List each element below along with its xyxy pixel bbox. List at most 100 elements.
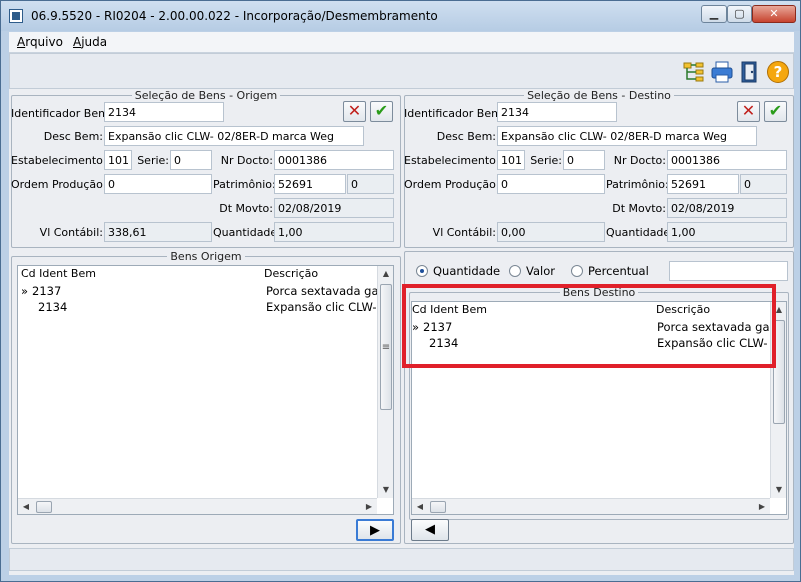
bens-origem-vscroll[interactable]: ▲ ≡ ▼	[377, 266, 393, 498]
origem-quantidade-label: Quantidade:	[213, 226, 281, 239]
origem-dtmovto-label: Dt Movto:	[219, 202, 273, 215]
destino-patrimonio-seq: 0	[740, 174, 787, 194]
row-desc: Expansão clic CLW-	[657, 336, 768, 350]
exit-door-icon[interactable]	[738, 60, 762, 84]
destino-identificador-input[interactable]: 2134	[497, 102, 617, 122]
destino-serie-label: Serie:	[530, 154, 562, 167]
move-to-origem-button[interactable]: ◀	[411, 519, 449, 541]
menu-arquivo-mnemonic: A	[17, 35, 26, 49]
menu-arquivo[interactable]: Arquivo	[17, 35, 63, 49]
destino-dtmovto-value: 02/08/2019	[667, 198, 787, 218]
origem-serie-input[interactable]: 0	[170, 150, 212, 170]
destino-estab-label: Estabelecimento:	[404, 154, 500, 167]
bens-destino-row[interactable]: » 2137 Porca sextavada ga	[412, 320, 770, 336]
radio-valor-dot[interactable]	[509, 265, 521, 277]
client-area: ? Seleção de Bens - Origem Identificador…	[9, 53, 794, 575]
menu-bar: Arquivo Ajuda	[9, 32, 794, 53]
origem-cancel-button[interactable]: ✕	[343, 101, 366, 122]
bens-origem-list[interactable]: Cd Ident Bem Descrição » 2137 Porca sext…	[17, 265, 394, 515]
menu-ajuda-mnemonic: A	[73, 35, 82, 49]
application-window: 06.9.5520 - RI0204 - 2.00.00.022 - Incor…	[0, 0, 801, 582]
printer-icon[interactable]	[710, 60, 734, 84]
scroll-up-arrow-icon[interactable]: ▲	[378, 266, 394, 282]
destino-nrdocto-label: Nr Docto:	[613, 154, 666, 167]
bens-destino-col-cd[interactable]: Cd Ident Bem	[412, 303, 487, 316]
bens-origem-hscroll[interactable]: ◀ ▶	[18, 498, 377, 514]
origem-desc-input[interactable]: Expansão clic CLW- 02/8ER-D marca Weg	[104, 126, 364, 146]
bens-origem-header: Cd Ident Bem Descrição	[18, 266, 376, 282]
destino-legend: Seleção de Bens - Destino	[527, 89, 671, 102]
destino-desc-input[interactable]: Expansão clic CLW- 02/8ER-D marca Weg	[497, 126, 757, 146]
radio-percentual-dot[interactable]	[571, 265, 583, 277]
origem-identificador-label: Identificador Bem:	[11, 107, 113, 120]
destino-ordem-input[interactable]: 0	[497, 174, 605, 194]
destino-estab-input[interactable]: 101	[497, 150, 525, 170]
maximize-button[interactable]: ▢	[727, 5, 752, 23]
scroll-down-arrow-icon[interactable]: ▼	[378, 482, 394, 498]
radio-quantidade-dot[interactable]	[416, 265, 428, 277]
bens-origem-row[interactable]: 2134 Expansão clic CLW-	[18, 300, 377, 316]
window-title: 06.9.5520 - RI0204 - 2.00.00.022 - Incor…	[31, 9, 438, 23]
bens-origem-col-cd[interactable]: Cd Ident Bem	[21, 267, 96, 280]
scroll-thumb[interactable]	[36, 501, 52, 513]
menu-arquivo-label: rquivo	[25, 35, 63, 49]
destino-vlcontabil-value: 0,00	[497, 222, 605, 242]
destino-confirm-button[interactable]: ✔	[764, 101, 787, 122]
row-cd: 2134	[38, 300, 68, 314]
minimize-button[interactable]: ▁	[701, 5, 727, 23]
destino-patrimonio-input[interactable]: 52691	[667, 174, 739, 194]
radio-valor[interactable]: Valor	[509, 264, 555, 278]
radio-valor-label: Valor	[526, 264, 555, 278]
destino-desc-label: Desc Bem:	[436, 130, 496, 143]
destino-identificador-label: Identificador Bem:	[404, 107, 506, 120]
scroll-down-arrow-icon[interactable]: ▼	[771, 482, 787, 498]
destino-dtmovto-label: Dt Movto:	[612, 202, 666, 215]
origem-legend: Seleção de Bens - Origem	[134, 89, 278, 102]
origem-confirm-button[interactable]: ✔	[370, 101, 393, 122]
scroll-thumb[interactable]	[773, 320, 785, 424]
bens-origem-legend: Bens Origem	[170, 250, 242, 263]
scroll-thumb[interactable]: ≡	[380, 284, 392, 410]
destino-serie-input[interactable]: 0	[563, 150, 605, 170]
origem-estab-input[interactable]: 101	[104, 150, 132, 170]
scroll-left-arrow-icon[interactable]: ◀	[18, 499, 34, 515]
destino-ordem-label: Ordem Produção:	[404, 178, 500, 191]
tree-hierarchy-icon[interactable]	[682, 60, 706, 84]
destino-quantidade-value: 1,00	[667, 222, 787, 242]
title-bar[interactable]: 06.9.5520 - RI0204 - 2.00.00.022 - Incor…	[1, 1, 800, 31]
move-to-destino-button[interactable]: ▶	[356, 519, 394, 541]
rateio-value-input[interactable]	[669, 261, 788, 281]
bens-origem-row[interactable]: » 2137 Porca sextavada ga	[18, 284, 378, 300]
origem-identificador-input[interactable]: 2134	[104, 102, 224, 122]
radio-quantidade[interactable]: Quantidade	[416, 264, 500, 278]
help-icon[interactable]: ?	[766, 60, 790, 84]
origem-patrimonio-seq: 0	[347, 174, 394, 194]
bens-destino-hscroll[interactable]: ◀ ▶	[412, 498, 770, 514]
menu-ajuda[interactable]: Ajuda	[73, 35, 107, 49]
origem-desc-label: Desc Bem:	[43, 130, 103, 143]
bens-destino-vscroll[interactable]: ▲ ▼	[770, 302, 786, 498]
radio-percentual[interactable]: Percentual	[571, 264, 649, 278]
scroll-left-arrow-icon[interactable]: ◀	[412, 499, 428, 515]
bens-destino-legend: Bens Destino	[562, 286, 636, 299]
bens-destino-row[interactable]: 2134 Expansão clic CLW-	[412, 336, 770, 352]
scroll-thumb[interactable]	[430, 501, 446, 513]
origem-vlcontabil-value: 338,61	[104, 222, 212, 242]
origem-ordem-input[interactable]: 0	[104, 174, 212, 194]
origem-patrimonio-label: Patrimônio:	[213, 178, 276, 191]
bens-destino-list[interactable]: Cd Ident Bem Descrição » 2137 Porca sext…	[411, 301, 787, 515]
origem-vlcontabil-label: Vl Contábil:	[39, 226, 103, 239]
scroll-up-arrow-icon[interactable]: ▲	[771, 302, 787, 318]
app-icon[interactable]	[9, 9, 23, 23]
bens-destino-col-desc[interactable]: Descrição	[656, 303, 710, 316]
origem-patrimonio-input[interactable]: 52691	[274, 174, 346, 194]
bens-origem-col-desc[interactable]: Descrição	[264, 267, 318, 280]
origem-nrdocto-input[interactable]: 0001386	[274, 150, 394, 170]
destino-cancel-button[interactable]: ✕	[737, 101, 760, 122]
origem-serie-label: Serie:	[137, 154, 169, 167]
close-window-button[interactable]: ✕	[752, 5, 796, 23]
scroll-right-arrow-icon[interactable]: ▶	[361, 499, 377, 515]
scroll-right-arrow-icon[interactable]: ▶	[754, 499, 770, 515]
destino-nrdocto-input[interactable]: 0001386	[667, 150, 787, 170]
row-marker: »	[412, 320, 420, 334]
